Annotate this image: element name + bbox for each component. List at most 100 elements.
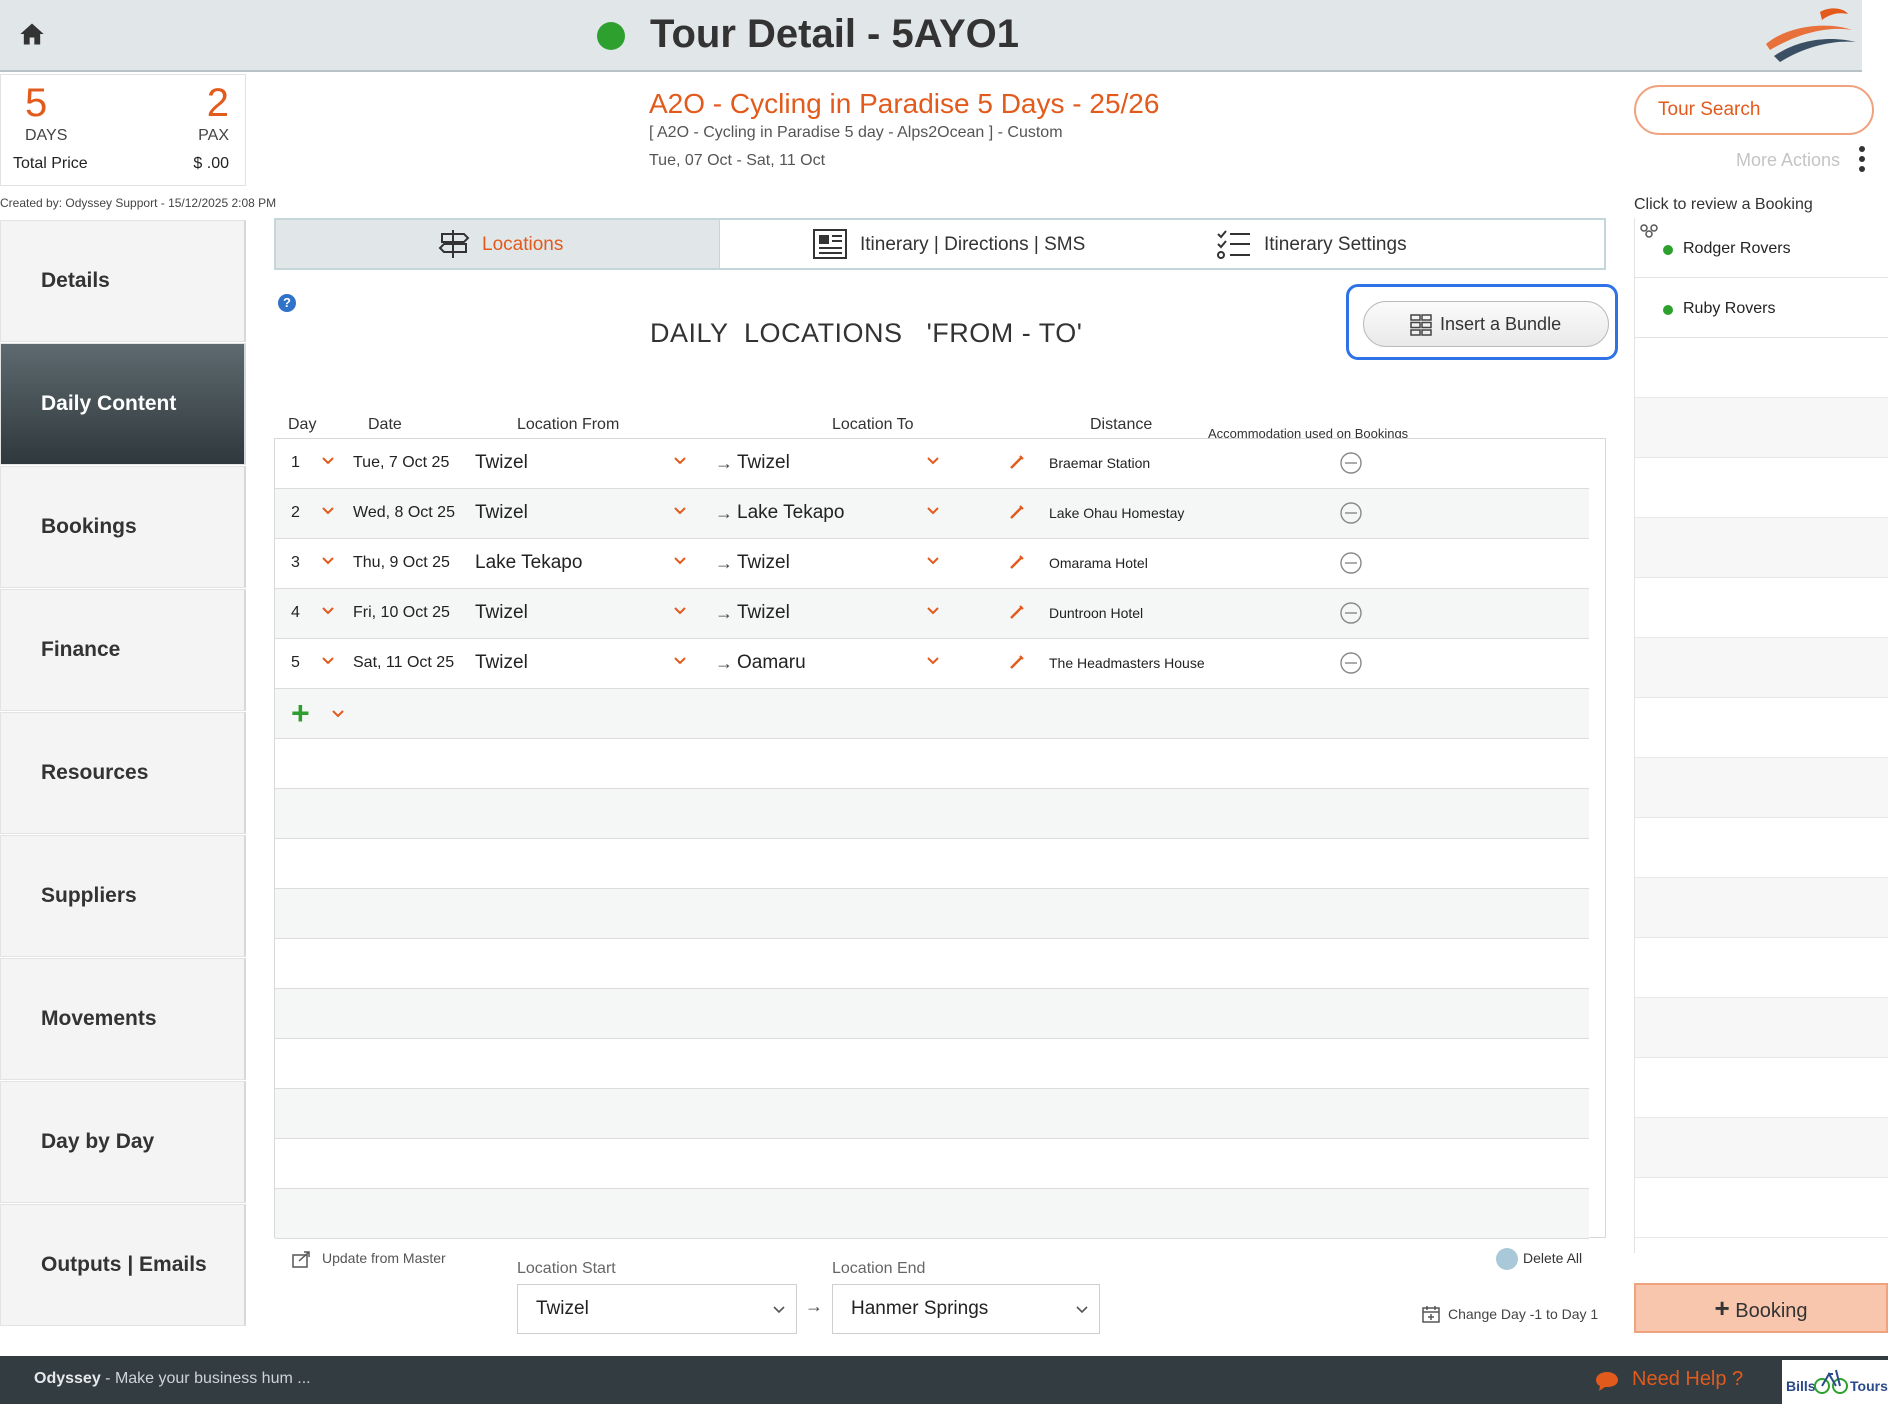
chevron-down-icon[interactable] — [673, 656, 687, 666]
location-from-select[interactable]: Twizel — [475, 452, 528, 474]
chevron-down-icon[interactable] — [331, 709, 345, 719]
tour-search-button[interactable]: Tour Search — [1634, 85, 1874, 135]
booking-item[interactable]: Rodger Rovers — [1635, 218, 1888, 278]
page-title: Tour Detail - 5AYO1 — [650, 12, 1019, 56]
pencil-edit-icon[interactable] — [1008, 653, 1026, 671]
location-start-select[interactable]: Twizel — [517, 1284, 797, 1334]
help-icon[interactable]: ? — [278, 294, 296, 312]
chevron-down-icon[interactable] — [926, 556, 940, 566]
location-from-select[interactable]: Twizel — [475, 502, 528, 524]
booking-empty-row — [1635, 998, 1888, 1058]
kebab-menu-icon[interactable] — [1858, 146, 1866, 176]
chevron-down-icon[interactable] — [673, 506, 687, 516]
day-date: Tue, 7 Oct 25 — [353, 454, 450, 471]
sidebar-item-details[interactable]: Details — [0, 220, 246, 342]
empty-row — [275, 889, 1589, 939]
booking-list: Rodger Rovers Ruby Rovers — [1634, 218, 1888, 1253]
remove-circle-icon[interactable] — [1339, 651, 1363, 675]
chevron-down-icon[interactable] — [321, 656, 335, 666]
add-booking-button[interactable]: + Booking — [1634, 1283, 1888, 1333]
table-row: 1 Tue, 7 Oct 25 Twizel → Twizel Braemar Stati… — [275, 439, 1589, 489]
location-to-select[interactable]: Twizel — [737, 452, 790, 474]
day-date: Sat, 11 Oct 25 — [353, 654, 455, 671]
tour-summary-box: 5 2 DAYS PAX Total Price $ .00 — [0, 74, 246, 186]
sidebar-item-resources[interactable]: Resources — [0, 712, 246, 834]
chevron-down-icon[interactable] — [673, 556, 687, 566]
update-from-master-link[interactable]: Update from Master — [322, 1250, 446, 1266]
chevron-down-icon[interactable] — [926, 656, 940, 666]
remove-circle-icon[interactable] — [1339, 451, 1363, 475]
sidebar-item-daily-content[interactable]: Daily Content — [0, 343, 246, 465]
add-day-plus-icon[interactable]: + — [291, 697, 310, 729]
sidebar-item-label: Outputs | Emails — [41, 1253, 207, 1276]
remove-circle-icon[interactable] — [1339, 501, 1363, 525]
daily-locations-table: 1 Tue, 7 Oct 25 Twizel → Twizel Braemar Stati… — [274, 438, 1606, 1239]
delete-all-icon[interactable] — [1496, 1248, 1518, 1270]
booking-item[interactable]: Ruby Rovers — [1635, 278, 1888, 338]
sidebar-item-label: Movements — [41, 1007, 157, 1030]
chevron-down-icon[interactable] — [321, 556, 335, 566]
pencil-edit-icon[interactable] — [1008, 453, 1026, 471]
location-start-value: Twizel — [536, 1298, 589, 1319]
arrow-right-icon: → — [715, 503, 733, 523]
booking-status-icon — [1663, 245, 1673, 255]
column-header-location-from: Location From — [517, 416, 620, 433]
location-to-select[interactable]: Twizel — [737, 602, 790, 624]
footer-bar: Odyssey - Make your business hum ... Nee… — [0, 1356, 1888, 1404]
chevron-down-icon — [1076, 1306, 1088, 1314]
change-day-link[interactable]: Change Day -1 to Day 1 — [1448, 1306, 1598, 1322]
booking-empty-row — [1635, 518, 1888, 578]
more-actions-link[interactable]: More Actions — [1736, 150, 1840, 171]
tab-locations[interactable]: Locations — [276, 220, 720, 268]
total-price-value: $ .00 — [193, 155, 229, 172]
booking-empty-row — [1635, 638, 1888, 698]
booking-empty-row — [1635, 398, 1888, 458]
newspaper-icon — [813, 229, 847, 259]
location-from-select[interactable]: Twizel — [475, 602, 528, 624]
need-help-link[interactable]: Need Help ? — [1632, 1368, 1743, 1391]
chevron-down-icon[interactable] — [321, 606, 335, 616]
chevron-down-icon[interactable] — [926, 506, 940, 516]
sidebar-item-suppliers[interactable]: Suppliers — [0, 835, 246, 957]
sidebar-item-outputs-emails[interactable]: Outputs | Emails — [0, 1204, 246, 1326]
chat-bubble-icon[interactable] — [1594, 1370, 1620, 1392]
empty-row — [275, 939, 1589, 989]
add-row: + — [275, 689, 1589, 739]
location-from-select[interactable]: Twizel — [475, 652, 528, 674]
share-arrow-icon[interactable] — [292, 1250, 312, 1268]
chevron-down-icon[interactable] — [673, 606, 687, 616]
remove-circle-icon[interactable] — [1339, 601, 1363, 625]
remove-circle-icon[interactable] — [1339, 551, 1363, 575]
tab-itinerary-settings[interactable]: Itinerary Settings — [1164, 220, 1604, 268]
chevron-down-icon[interactable] — [321, 506, 335, 516]
chevron-down-icon[interactable] — [673, 456, 687, 466]
sidebar-item-finance[interactable]: Finance — [0, 589, 246, 711]
sidebar-item-movements[interactable]: Movements — [0, 958, 246, 1080]
arrow-right-icon: → — [715, 653, 733, 673]
pencil-edit-icon[interactable] — [1008, 503, 1026, 521]
arrow-right-icon: → — [715, 603, 733, 623]
sidebar-item-bookings[interactable]: Bookings — [0, 466, 246, 588]
main-panel: Locations Itinerary | Directions | SMS I… — [274, 218, 1618, 1239]
insert-bundle-button[interactable]: Insert a Bundle — [1363, 301, 1609, 347]
empty-row — [275, 1089, 1589, 1139]
partner-logo-text-b: Tours — [1850, 1378, 1888, 1394]
add-booking-label: Booking — [1735, 1300, 1808, 1322]
sidebar-item-day-by-day[interactable]: Day by Day — [0, 1081, 246, 1203]
calendar-icon[interactable] — [1422, 1305, 1440, 1323]
pencil-edit-icon[interactable] — [1008, 603, 1026, 621]
delete-all-link[interactable]: Delete All — [1523, 1250, 1582, 1266]
location-to-select[interactable]: Lake Tekapo — [737, 502, 844, 524]
location-to-select[interactable]: Oamaru — [737, 652, 806, 674]
chevron-down-icon[interactable] — [321, 456, 335, 466]
pencil-edit-icon[interactable] — [1008, 553, 1026, 571]
chevron-down-icon[interactable] — [926, 606, 940, 616]
chevron-down-icon[interactable] — [926, 456, 940, 466]
location-end-select[interactable]: Hanmer Springs — [832, 1284, 1100, 1334]
booking-empty-row — [1635, 1058, 1888, 1118]
tab-itinerary-directions-sms[interactable]: Itinerary | Directions | SMS — [720, 220, 1164, 268]
location-from-select[interactable]: Lake Tekapo — [475, 552, 582, 574]
location-to-select[interactable]: Twizel — [737, 552, 790, 574]
home-icon[interactable] — [18, 20, 46, 48]
footer-tagline: - Make your business hum ... — [100, 1370, 311, 1387]
